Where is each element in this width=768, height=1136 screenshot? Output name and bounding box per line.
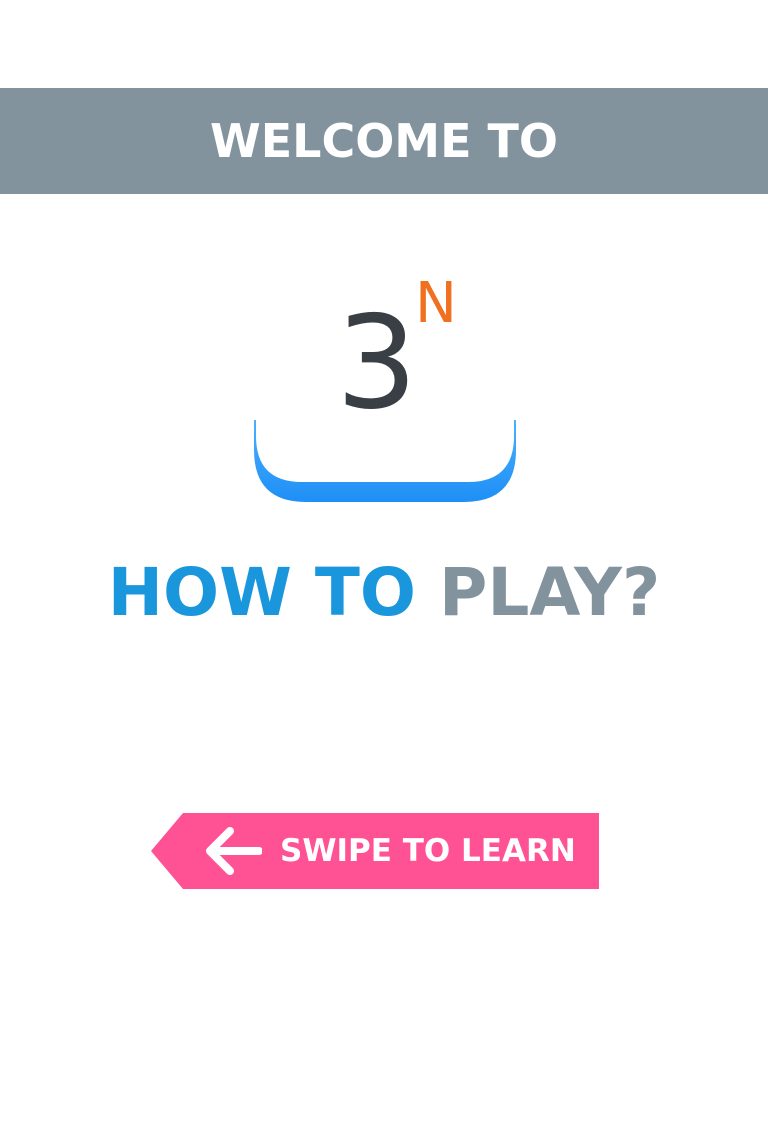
welcome-banner: WELCOME TO	[0, 88, 768, 194]
heading-part-how-to: HOW TO	[107, 554, 416, 631]
heading-part-play: PLAY?	[438, 554, 661, 631]
arrow-left-icon	[206, 827, 262, 875]
swipe-to-learn-label: SWIPE TO LEARN	[280, 833, 576, 869]
logo-base-digit: 3	[336, 289, 418, 438]
how-to-play-heading: HOW TO PLAY?	[0, 560, 768, 626]
welcome-title: WELCOME TO	[209, 114, 559, 168]
swipe-to-learn-button[interactable]: SWIPE TO LEARN	[151, 813, 599, 889]
game-logo: 3 N	[254, 260, 516, 502]
logo-exponent: N	[415, 271, 457, 336]
